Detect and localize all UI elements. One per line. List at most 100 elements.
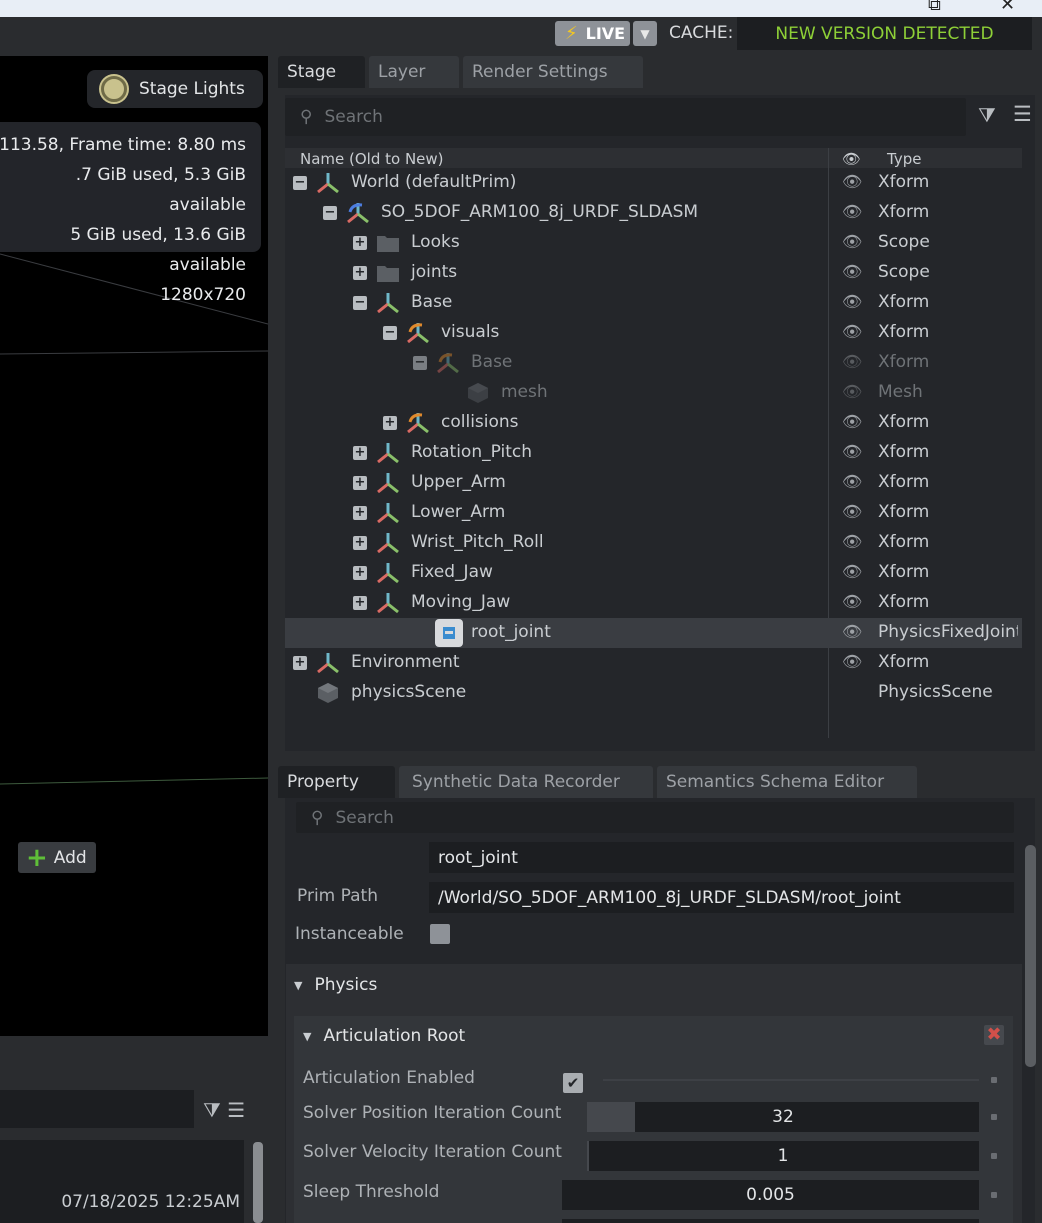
expand-icon[interactable]: +	[353, 236, 367, 250]
tree-row[interactable]: + Looks 👁 Scope	[285, 228, 1022, 258]
collapse-icon[interactable]: −	[383, 326, 397, 340]
column-name[interactable]: Name (Old to New)	[300, 150, 444, 168]
content-search-input[interactable]	[0, 1090, 194, 1128]
tree-row[interactable]: physicsScene PhysicsScene	[285, 678, 1022, 708]
live-button[interactable]: ⚡ LIVE	[555, 21, 630, 46]
cache-status[interactable]: NEW VERSION DETECTED	[737, 17, 1032, 50]
collapse-icon[interactable]: −	[353, 296, 367, 310]
column-type[interactable]: Type	[887, 150, 921, 168]
tree-row[interactable]: + joints 👁 Scope	[285, 258, 1022, 288]
sleep-threshold-field[interactable]: 0.005	[562, 1180, 979, 1210]
tree-row[interactable]: + Rotation_Pitch 👁 Xform	[285, 438, 1022, 468]
tree-row[interactable]: − Base 👁 Xform	[285, 348, 1022, 378]
tree-row[interactable]: − Base 👁 Xform	[285, 288, 1022, 318]
visibility-eye-icon[interactable]: 👁	[842, 322, 862, 341]
visibility-eye-icon[interactable]: 👁	[842, 262, 862, 281]
stage-lights-button[interactable]: Stage Lights	[87, 70, 263, 108]
tab-render-settings[interactable]: Render Settings	[463, 56, 643, 88]
visibility-eye-icon[interactable]: 👁	[842, 622, 862, 641]
xform-icon	[376, 502, 400, 524]
tree-row[interactable]: + Lower_Arm 👁 Xform	[285, 498, 1022, 528]
visibility-eye-icon[interactable]: 👁	[842, 562, 862, 581]
tree-row[interactable]: + collisions 👁 Xform	[285, 408, 1022, 438]
menu-icon[interactable]: ☰	[1013, 102, 1032, 126]
expand-icon[interactable]: +	[353, 566, 367, 580]
instanceable-checkbox[interactable]	[430, 924, 450, 944]
physics-header[interactable]: ▼ Physics	[294, 975, 377, 995]
visibility-column-icon[interactable]: 👁	[842, 150, 861, 168]
default-indicator[interactable]	[991, 1077, 997, 1083]
visibility-eye-icon[interactable]: 👁	[842, 412, 862, 431]
collapse-icon[interactable]: −	[323, 206, 337, 220]
search-icon: ⚲	[311, 807, 324, 828]
tab-stage[interactable]: Stage	[278, 56, 365, 88]
add-button[interactable]: + Add	[18, 842, 96, 873]
visibility-eye-icon[interactable]: 👁	[842, 442, 862, 461]
solver-position-label: Solver Position Iteration Count	[303, 1103, 562, 1123]
prim-path-field[interactable]: /World/SO_5DOF_ARM100_8j_URDF_SLDASM/roo…	[429, 882, 1014, 913]
tree-row[interactable]: mesh 👁 Mesh	[285, 378, 1022, 408]
filter-icon[interactable]: ⧩ ☰	[203, 1098, 245, 1122]
content-scrollbar[interactable]	[253, 1142, 263, 1223]
property-scrollbar[interactable]	[1025, 845, 1036, 1067]
expand-icon[interactable]: +	[353, 446, 367, 460]
visibility-eye-icon[interactable]: 👁	[842, 532, 862, 551]
visibility-eye-icon[interactable]: 👁	[842, 292, 862, 311]
tab-synthetic-data-recorder[interactable]: Synthetic Data Recorder	[399, 766, 653, 798]
close-window-icon[interactable]: ✕	[1000, 0, 1015, 15]
expand-icon[interactable]: +	[353, 476, 367, 490]
solver-velocity-value: 1	[777, 1146, 789, 1166]
viewport-canvas[interactable]: Stage Lights 113.58, Frame time: 8.80 ms…	[0, 56, 268, 1036]
expand-icon[interactable]: +	[353, 536, 367, 550]
expand-icon[interactable]: +	[353, 596, 367, 610]
property-search-input[interactable]: ⚲ Search	[296, 802, 1014, 833]
collapse-icon[interactable]: −	[413, 356, 427, 370]
solver-velocity-field[interactable]: 1	[587, 1141, 979, 1171]
tree-row[interactable]: + Fixed_Jaw 👁 Xform	[285, 558, 1022, 588]
default-indicator[interactable]	[991, 1192, 997, 1198]
live-dropdown-button[interactable]: ▼	[633, 21, 657, 46]
visibility-eye-icon[interactable]: 👁	[842, 652, 862, 671]
tree-row[interactable]: + Upper_Arm 👁 Xform	[285, 468, 1022, 498]
visibility-eye-icon[interactable]: 👁	[842, 172, 862, 191]
remove-component-icon[interactable]: ✖	[984, 1025, 1004, 1045]
tree-row[interactable]: + Wrist_Pitch_Roll 👁 Xform	[285, 528, 1022, 558]
visibility-eye-icon[interactable]: 👁	[842, 592, 862, 611]
tab-property[interactable]: Property	[278, 766, 395, 798]
restore-icon[interactable]: ⧉	[928, 0, 941, 15]
tab-semantics-schema-editor[interactable]: Semantics Schema Editor	[657, 766, 917, 798]
visibility-eye-icon[interactable]: 👁	[842, 352, 862, 371]
tab-layer[interactable]: Layer	[369, 56, 459, 88]
property-search-placeholder: Search	[335, 807, 394, 828]
collapse-icon[interactable]: −	[293, 176, 307, 190]
articulation-root-header[interactable]: ▼ Articulation Root	[303, 1026, 465, 1046]
tree-row[interactable]: root_joint 👁 PhysicsFixedJoint	[285, 618, 1022, 648]
visibility-eye-icon[interactable]: 👁	[842, 472, 862, 491]
default-indicator[interactable]	[991, 1153, 997, 1159]
prim-name-field[interactable]: root_joint	[429, 842, 1014, 873]
articulation-enabled-checkbox[interactable]: ✔	[563, 1073, 583, 1093]
default-indicator[interactable]	[991, 1114, 997, 1120]
tree-row-type: Scope	[878, 232, 930, 252]
tree-row[interactable]: + Environment 👁 Xform	[285, 648, 1022, 678]
expand-icon[interactable]: +	[293, 656, 307, 670]
expand-icon[interactable]: +	[353, 266, 367, 280]
visibility-eye-icon[interactable]: 👁	[842, 382, 862, 401]
visibility-eye-icon[interactable]: 👁	[842, 202, 862, 221]
expand-icon[interactable]: +	[383, 416, 397, 430]
solver-position-field[interactable]: 32	[587, 1102, 979, 1132]
mesh-icon	[466, 382, 490, 404]
filter-icon[interactable]: ⧩	[978, 103, 996, 127]
tree-row[interactable]: + Moving_Jaw 👁 Xform	[285, 588, 1022, 618]
next-field[interactable]	[562, 1219, 979, 1223]
mesh-icon	[316, 682, 340, 704]
tree-row[interactable]: − SO_5DOF_ARM100_8j_URDF_SLDASM 👁 Xform	[285, 198, 1022, 228]
visibility-eye-icon[interactable]: 👁	[842, 502, 862, 521]
stage-search-input[interactable]: ⚲ Search	[285, 98, 966, 136]
tree-row[interactable]: − World (defaultPrim) 👁 Xform	[285, 168, 1022, 198]
slider-fill	[587, 1102, 635, 1132]
visibility-eye-icon[interactable]: 👁	[842, 232, 862, 251]
tree-row[interactable]: − visuals 👁 Xform	[285, 318, 1022, 348]
property-tabs: Property Synthetic Data Recorder Semanti…	[278, 766, 921, 798]
expand-icon[interactable]: +	[353, 506, 367, 520]
